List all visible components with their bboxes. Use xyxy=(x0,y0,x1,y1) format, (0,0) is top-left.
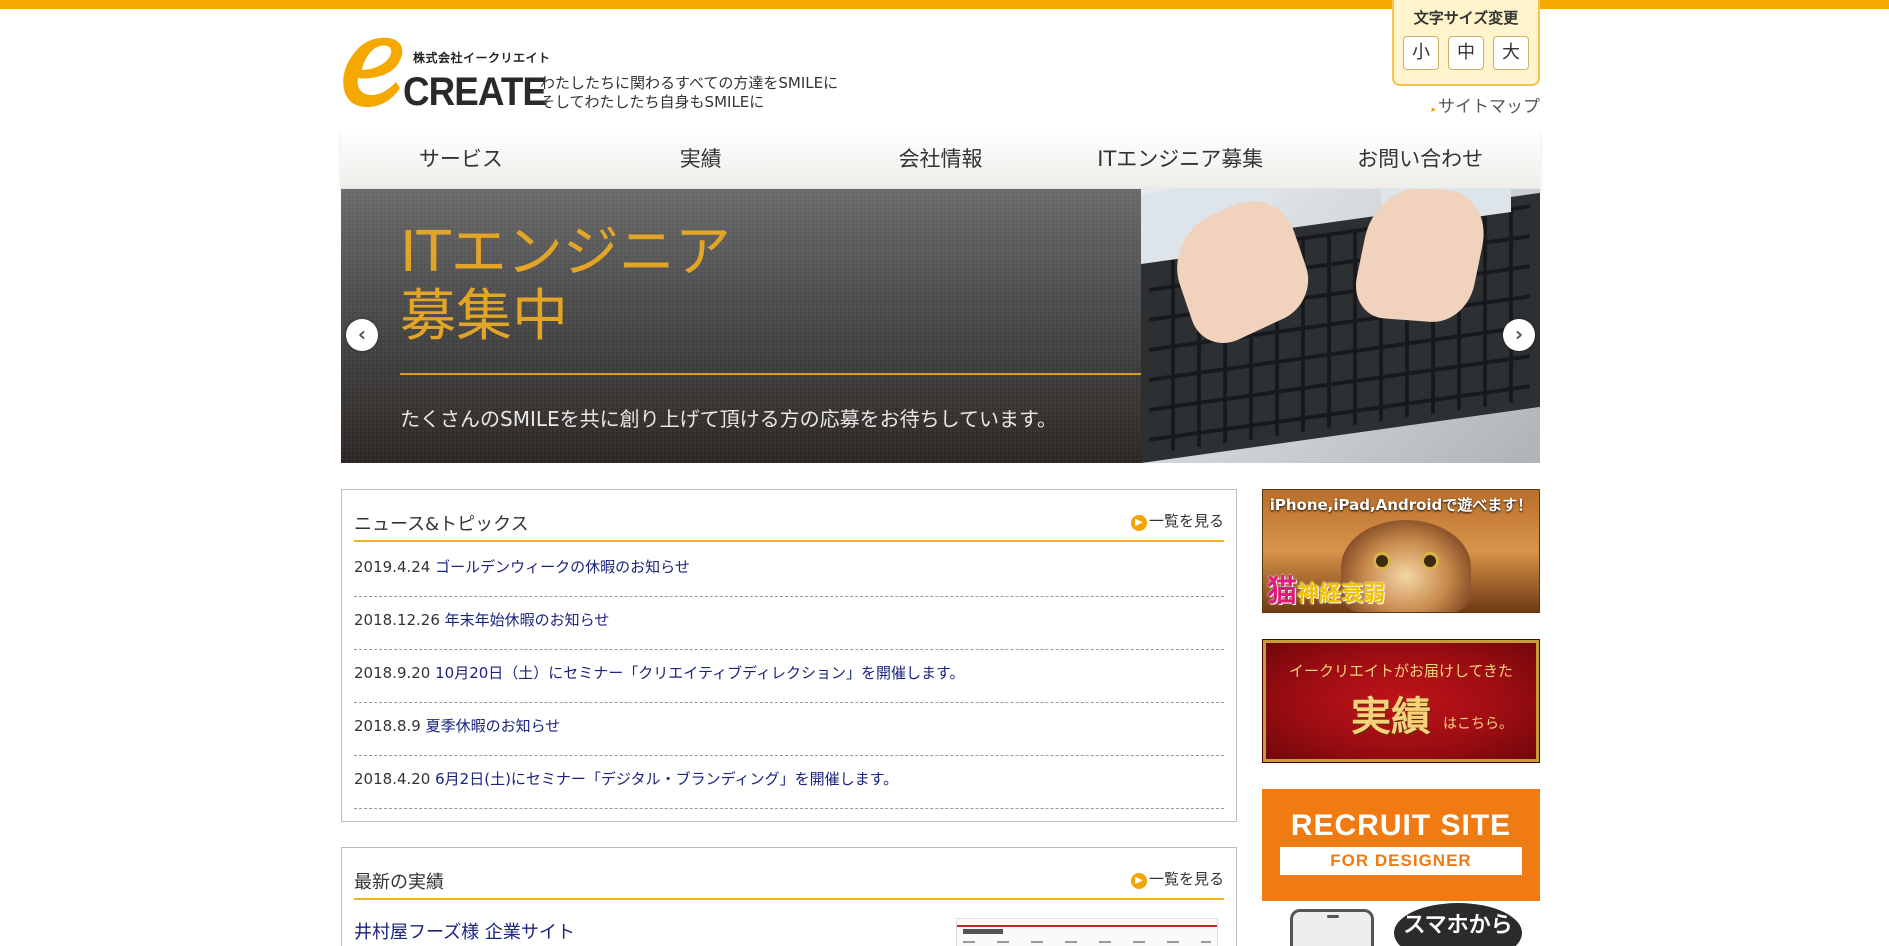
news-header: ニュース&トピックス ▶ 一覧を見る xyxy=(354,502,1224,542)
hero-subtitle: たくさんのSMILEを共に創り上げて頂ける方の応募をお待ちしています。 xyxy=(400,407,1058,431)
news-date: 2019.4.24 xyxy=(354,558,431,576)
news-date: 2018.9.20 xyxy=(354,664,431,682)
game-banner-caption: iPhone,iPad,Androidで遊べます！ xyxy=(1269,496,1533,514)
news-date: 2018.8.9 xyxy=(354,717,421,735)
recruit-lower: スマホから xyxy=(1262,879,1540,946)
news-item: 2018.4.20 6月2日(土)にセミナー「デジタル・ブランディング」を開催し… xyxy=(354,756,1224,809)
thumb-nav xyxy=(963,941,1211,943)
thumb-header-bar xyxy=(957,925,1217,927)
hero-divider xyxy=(400,373,1141,375)
chevron-left-icon: ‹ xyxy=(357,322,367,346)
logo-wordmark: CREATE xyxy=(403,70,547,114)
news-item: 2018.9.20 10月20日（土）にセミナー「クリエイティブディレクション」… xyxy=(354,650,1224,703)
nav-item-service[interactable]: サービス xyxy=(341,130,581,188)
hero-title-line-1: ITエンジニア xyxy=(400,220,731,285)
news-more-link[interactable]: ▶ 一覧を見る xyxy=(1130,510,1224,531)
tagline: わたしたちに関わるすべての方達をSMILEに そしてわたしたち自身もSMILEに xyxy=(540,74,880,112)
hero-title: ITエンジニア 募集中 xyxy=(400,221,731,349)
recruit-band: FOR DESIGNER xyxy=(1280,847,1522,875)
news-panel: ニュース&トピックス ▶ 一覧を見る 2019.4.24 ゴールデンウィークの休暇… xyxy=(341,489,1237,822)
hero-slider[interactable]: ITエンジニア 募集中 たくさんのSMILEを共に創り上げて頂ける方の応募をお待… xyxy=(341,189,1540,463)
phone-speaker xyxy=(1327,915,1339,918)
news-link[interactable]: 10月20日（土）にセミナー「クリエイティブディレクション」を開催します。 xyxy=(435,664,964,682)
works-banner[interactable]: イークリエイトがお届けしてきた 実績 はこちら。 xyxy=(1262,639,1540,763)
news-link[interactable]: 6月2日(土)にセミナー「デジタル・ブランディング」を開催します。 xyxy=(435,770,898,788)
works-banner-top: イークリエイトがお届けしてきた xyxy=(1288,662,1514,680)
arrow-right-icon: ▸ xyxy=(1431,105,1436,115)
news-item: 2019.4.24 ゴールデンウィークの休暇のお知らせ xyxy=(354,544,1224,597)
game-banner-title: 猫神経衰弱 xyxy=(1267,566,1385,610)
cat-eye-right xyxy=(1421,552,1439,570)
site-logo[interactable]: 株式会社イークリエイト CREATE わたしたちに関わるすべての方達をSMILE… xyxy=(340,34,880,114)
corp-name: 株式会社イークリエイト xyxy=(413,51,551,65)
smartphone-icon xyxy=(1290,909,1374,946)
recruit-bubble: スマホから xyxy=(1394,903,1522,946)
font-size-small-button[interactable]: 小 xyxy=(1403,36,1439,70)
recruit-site-banner[interactable]: RECRUIT SITE FOR DESIGNER スマホから xyxy=(1262,789,1540,946)
game-title-rest: 神経衰弱 xyxy=(1297,582,1386,607)
slider-prev-button[interactable]: ‹ xyxy=(346,319,378,351)
cat-game-banner[interactable]: iPhone,iPad,Androidで遊べます！ 猫神経衰弱 xyxy=(1262,489,1540,613)
news-item: 2018.8.9 夏季休暇のお知らせ xyxy=(354,703,1224,756)
hero-keyboard-image xyxy=(1141,189,1540,463)
works-banner-main: 実績 xyxy=(1351,694,1431,740)
news-title: ニュース&トピックス xyxy=(354,514,529,535)
thumb-logo xyxy=(963,929,1003,934)
keyboard-illustration xyxy=(1141,189,1540,463)
news-link[interactable]: 夏季休暇のお知らせ xyxy=(426,717,561,735)
news-link[interactable]: 年末年始休暇のお知らせ xyxy=(445,611,610,629)
slider-next-button[interactable]: › xyxy=(1503,319,1535,351)
recruit-title: RECRUIT SITE xyxy=(1290,809,1512,842)
works-header: 最新の実績 ▶ 一覧を見る xyxy=(354,860,1224,900)
font-size-medium-button[interactable]: 中 xyxy=(1448,36,1484,70)
works-panel: 最新の実績 ▶ 一覧を見る 井村屋フーズ様 企業サイト xyxy=(341,847,1237,946)
works-thumbnail[interactable] xyxy=(956,918,1218,946)
news-link[interactable]: ゴールデンウィークの休暇のお知らせ xyxy=(435,558,690,576)
arrow-circle-icon: ▶ xyxy=(1130,873,1147,889)
news-item: 2018.12.26 年末年始休暇のお知らせ xyxy=(354,597,1224,650)
sitemap-link[interactable]: ▸ サイトマップ xyxy=(1428,92,1540,117)
font-size-large-button[interactable]: 大 xyxy=(1493,36,1529,70)
works-banner-small: はこちら。 xyxy=(1443,716,1513,732)
nav-item-works[interactable]: 実績 xyxy=(581,130,821,188)
news-date: 2018.4.20 xyxy=(354,770,431,788)
e-logo-icon xyxy=(343,37,403,108)
hero-title-line-2: 募集中 xyxy=(400,284,568,349)
news-list: 2019.4.24 ゴールデンウィークの休暇のお知らせ 2018.12.26 年… xyxy=(354,544,1224,809)
works-more-label: 一覧を見る xyxy=(1148,870,1224,888)
chevron-right-icon: › xyxy=(1514,322,1524,346)
works-latest-link[interactable]: 井村屋フーズ様 企業サイト xyxy=(354,918,575,944)
nav-item-contact[interactable]: お問い合わせ xyxy=(1300,130,1540,188)
font-size-switcher: 文字サイズ変更 小 中 大 xyxy=(1392,0,1540,86)
tagline-line-1: わたしたちに関わるすべての方達をSMILEに xyxy=(540,74,839,92)
arrow-circle-icon: ▶ xyxy=(1130,515,1147,531)
nav-item-company[interactable]: 会社情報 xyxy=(821,130,1061,188)
sitemap-label: サイトマップ xyxy=(1438,97,1540,117)
tagline-line-2: そしてわたしたち自身もSMILEに xyxy=(540,93,765,111)
news-date: 2018.12.26 xyxy=(354,611,440,629)
news-more-label: 一覧を見る xyxy=(1148,512,1224,530)
top-accent-bar xyxy=(0,0,1889,9)
works-more-link[interactable]: ▶ 一覧を見る xyxy=(1130,868,1224,889)
works-title: 最新の実績 xyxy=(354,872,444,893)
game-title-main: 猫 xyxy=(1267,574,1297,609)
font-size-title: 文字サイズ変更 xyxy=(1413,9,1519,27)
nav-item-recruit[interactable]: ITエンジニア募集 xyxy=(1060,130,1300,188)
global-nav: サービス 実績 会社情報 ITエンジニア募集 お問い合わせ xyxy=(341,130,1540,188)
